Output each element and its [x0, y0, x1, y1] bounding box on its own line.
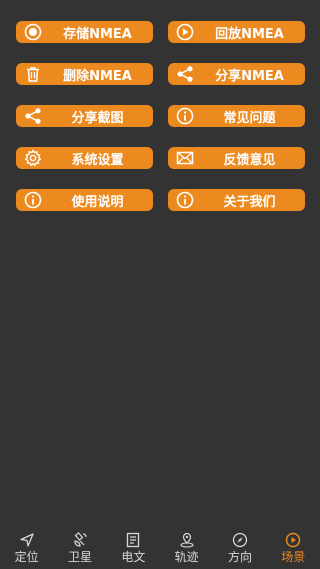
bottom-tab-bar: 定位 卫星 电文 轨迹 方向 场景	[0, 525, 320, 569]
share-screenshot-label: 分享截图	[71, 110, 124, 126]
info-icon	[176, 191, 194, 209]
system-settings-label: 系统设置	[71, 152, 124, 168]
about-us-label: 关于我们	[223, 194, 276, 210]
tab-location[interactable]: 定位	[0, 525, 53, 569]
tab-track-label: 轨迹	[174, 550, 199, 564]
user-guide-button[interactable]: 使用说明	[16, 189, 153, 211]
tab-satellite-label: 卫星	[67, 550, 92, 564]
compass-icon	[231, 531, 249, 549]
save-nmea-button[interactable]: 存储NMEA	[16, 21, 153, 43]
save-nmea-label: 存储NMEA	[63, 26, 132, 42]
tab-track[interactable]: 轨迹	[160, 525, 213, 569]
share-nmea-label: 分享NMEA	[215, 68, 284, 84]
play-icon	[176, 23, 194, 41]
tab-satellite[interactable]: 卫星	[53, 525, 106, 569]
playback-nmea-button[interactable]: 回放NMEA	[168, 21, 305, 43]
share-screenshot-button[interactable]: 分享截图	[16, 105, 153, 127]
info-icon	[24, 191, 42, 209]
location-pin-icon	[178, 531, 196, 549]
feedback-label: 反馈意见	[223, 152, 276, 168]
tab-messages[interactable]: 电文	[107, 525, 160, 569]
gear-icon	[24, 149, 42, 167]
tab-scene[interactable]: 场景	[267, 525, 320, 569]
faq-button[interactable]: 常见问题	[168, 105, 305, 127]
playback-nmea-label: 回放NMEA	[215, 26, 284, 42]
faq-label: 常见问题	[223, 110, 276, 126]
share-nmea-button[interactable]: 分享NMEA	[168, 63, 305, 85]
system-settings-button[interactable]: 系统设置	[16, 147, 153, 169]
share-icon	[24, 107, 42, 125]
trash-icon	[24, 65, 42, 83]
delete-nmea-button[interactable]: 删除NMEA	[16, 63, 153, 85]
tab-direction[interactable]: 方向	[213, 525, 266, 569]
tab-location-label: 定位	[14, 550, 39, 564]
tab-scene-label: 场景	[281, 550, 306, 564]
about-us-button[interactable]: 关于我们	[168, 189, 305, 211]
play-circle-icon	[284, 531, 302, 549]
satellite-icon	[71, 531, 89, 549]
navigation-arrow-icon	[18, 531, 36, 549]
document-icon	[124, 531, 142, 549]
record-icon	[24, 23, 42, 41]
user-guide-label: 使用说明	[71, 194, 124, 210]
mail-icon	[176, 149, 194, 167]
tab-direction-label: 方向	[227, 550, 252, 564]
info-icon	[176, 107, 194, 125]
tab-messages-label: 电文	[121, 550, 146, 564]
delete-nmea-label: 删除NMEA	[63, 68, 132, 84]
share-icon	[176, 65, 194, 83]
feedback-button[interactable]: 反馈意见	[168, 147, 305, 169]
